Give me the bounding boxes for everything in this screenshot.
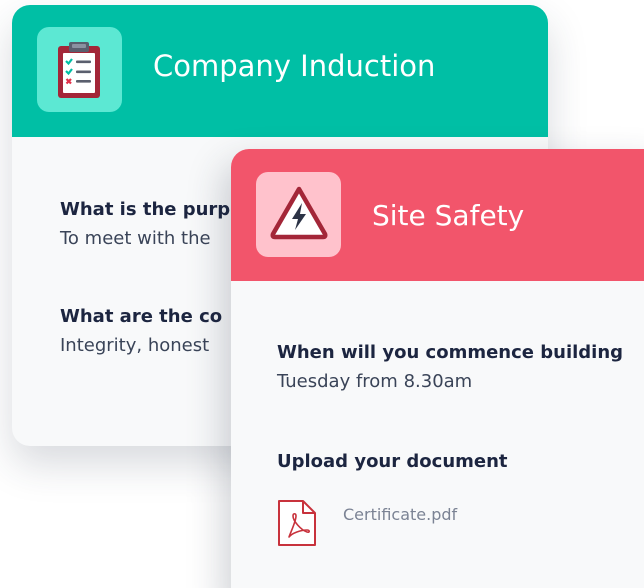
stage: Company Induction What is the purp To me…: [0, 0, 644, 588]
uploaded-file[interactable]: Certificate.pdf: [277, 499, 457, 547]
safety-question-1: When will you commence building: [277, 342, 624, 363]
induction-answer-2: Integrity, honest: [60, 335, 210, 356]
upload-section: Upload your document: [277, 451, 508, 472]
site-safety-header: Site Safety: [231, 149, 644, 281]
induction-answer-1: To meet with the: [60, 228, 211, 249]
company-induction-icon-tile: [37, 27, 122, 112]
induction-item-1: What is the purp To meet with the: [60, 199, 230, 249]
safety-answer-1: Tuesday from 8.30am: [277, 371, 473, 392]
clipboard-checklist-icon: [58, 42, 100, 98]
company-induction-title: Company Induction: [153, 49, 436, 83]
company-induction-header: Company Induction: [12, 5, 548, 137]
induction-question-1: What is the purp: [60, 199, 231, 220]
induction-question-2: What are the co: [60, 306, 223, 327]
upload-label: Upload your document: [277, 451, 508, 472]
site-safety-card: Site Safety When will you commence build…: [231, 149, 644, 588]
site-safety-icon-tile: [256, 172, 341, 257]
pdf-file-icon: [278, 500, 316, 546]
site-safety-title: Site Safety: [372, 199, 525, 232]
warning-lightning-icon: [270, 186, 328, 240]
file-name: Certificate.pdf: [343, 505, 458, 524]
safety-item-1: When will you commence building Tuesday …: [277, 342, 623, 392]
induction-item-2: What are the co Integrity, honest: [60, 306, 222, 356]
